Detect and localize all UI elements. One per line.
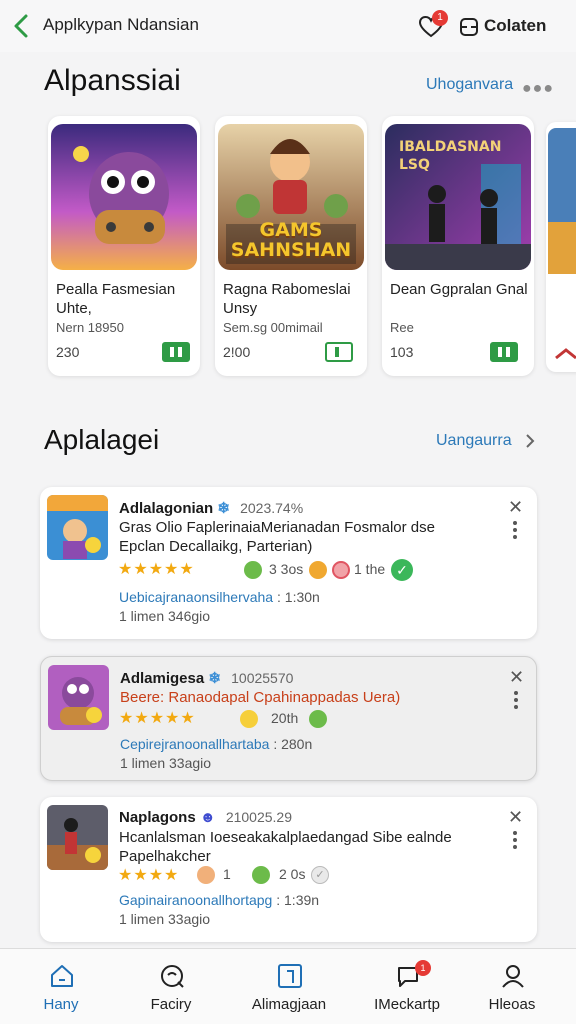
chevron-right-icon[interactable]: [524, 432, 536, 450]
emoji-icon: [252, 866, 270, 884]
review-title: Adlalagonian ❄ 2023.74%: [119, 499, 303, 517]
review-text: Hcanlalsman Ioeseakakalplaedangad Sibe e…: [119, 829, 452, 865]
emoji-icon: [197, 866, 215, 884]
close-icon[interactable]: ✕: [508, 497, 523, 518]
app-title: Applkypan Ndansian: [43, 15, 199, 34]
back-arrow-icon[interactable]: [10, 12, 34, 40]
nav-home[interactable]: Hany: [6, 949, 116, 1024]
apps-icon: [278, 964, 302, 988]
app-count: 230: [56, 344, 80, 360]
review-time: 1 limen 33agio: [120, 755, 212, 771]
more-options-icon[interactable]: ●●●: [522, 80, 554, 98]
review-version: 210025.29: [225, 809, 293, 825]
review-title: Adlamigesa ❄ 10025570: [120, 669, 293, 687]
review-meta: 2 0s: [279, 866, 306, 882]
sparkle-icon: ❄: [208, 670, 221, 687]
star-rating: ★★★★★: [118, 561, 195, 578]
close-icon[interactable]: ✕: [508, 807, 523, 828]
collection-label[interactable]: Colaten: [484, 16, 546, 36]
bottom-navigation: Hany Faciry Alimagjaan 1 IMeckartp Hleoa…: [0, 948, 576, 1024]
review-version: 2023.74%: [240, 500, 304, 516]
top-bar: Applkypan Ndansian 1 Colaten: [0, 0, 576, 52]
review-title: Naplagons ☻ 210025.29: [119, 809, 292, 826]
app-card[interactable]: IBALDASNAN LSQ Dean Ggpralan Gnal Ree 10…: [382, 116, 534, 376]
app-subtitle: Ree: [390, 320, 414, 335]
checkmark-icon: ✓: [311, 866, 329, 884]
review-text: Gras Olio FaplerinaiaMerianadan Fosmalor…: [119, 519, 435, 555]
thumbnail-logo-text: IBALDASNAN LSQ: [399, 139, 502, 173]
review-card[interactable]: Adlalagonian ❄ 2023.74% Gras Olio Fapler…: [40, 487, 537, 639]
section-title: Aplalagei: [44, 424, 160, 455]
app-name: Pealla Fasmesian Uhte,: [56, 281, 176, 317]
search-icon: [161, 965, 184, 988]
app-card[interactable]: Pealla Fasmesian Uhte, Nern 18950 230: [48, 116, 200, 376]
app-name: Dean Ggpralan Gnal: [390, 281, 528, 298]
nav-label: Faciry: [150, 996, 192, 1013]
app-subtitle: Nern 18950: [56, 320, 124, 335]
thumbnail-logo-text: GAMS SAHNSHAN: [230, 219, 352, 261]
checkmark-icon: ✓: [391, 559, 413, 581]
nav-label: Hleoas: [488, 996, 536, 1013]
nav-label: Alimagjaan: [251, 996, 327, 1013]
notification-badge: 1: [432, 10, 448, 26]
get-icon[interactable]: [325, 342, 353, 362]
review-meta: 1 the: [354, 561, 386, 577]
nav-messages[interactable]: 1 IMeckartp: [352, 949, 462, 1024]
review-link[interactable]: Gapinairanoonallhortapg : 1:39n: [119, 892, 319, 908]
nav-profile[interactable]: Hleoas: [457, 949, 567, 1024]
review-link[interactable]: Cepirejranoonallhartaba : 280n: [120, 736, 312, 752]
review-card[interactable]: Adlamigesa ❄ 10025570 Beere: Ranaodapal …: [40, 656, 537, 781]
get-icon[interactable]: [162, 342, 190, 362]
profile-icon: [502, 965, 524, 988]
review-text: Beere: Ranaodapal Cpahinappadas Uera): [120, 689, 401, 706]
review-meta: 3 3os: [269, 561, 304, 577]
review-app-name: Adlalagonian: [119, 500, 214, 517]
emoji-icon: [309, 710, 327, 728]
emoji-icon: [244, 561, 262, 579]
review-version: 10025570: [231, 670, 294, 686]
see-all-link[interactable]: Uangaurra: [436, 432, 512, 450]
nav-search[interactable]: Faciry: [116, 949, 226, 1024]
review-time: 1 limen 33agio: [119, 911, 211, 927]
app-subtitle: Sem.sg 00mimail: [223, 320, 323, 335]
app-thumbnail: IBALDASNAN LSQ: [385, 124, 531, 270]
app-count: 2!00: [223, 344, 251, 360]
nav-label: IMeckartp: [374, 996, 440, 1013]
review-thumbnail: [48, 665, 109, 730]
app-card-partial[interactable]: [546, 122, 576, 372]
app-thumbnail: [51, 124, 197, 270]
nav-label: Hany: [43, 996, 79, 1013]
close-icon[interactable]: ✕: [509, 667, 524, 688]
nav-apps[interactable]: Alimagjaan: [234, 949, 344, 1024]
app-card[interactable]: GAMS SAHNSHAN Ragna Rabomeslai Unsy Sem.…: [215, 116, 367, 376]
see-all-link[interactable]: Uhoganvara: [426, 76, 513, 94]
review-meta: 20th: [271, 710, 299, 726]
review-app-name: Adlamigesa: [120, 670, 205, 687]
more-vertical-icon[interactable]: [513, 831, 517, 852]
review-link[interactable]: Uebicajranaonsilhervaha : 1:30n: [119, 589, 320, 605]
get-icon[interactable]: [490, 342, 518, 362]
app-thumbnail: GAMS SAHNSHAN: [218, 124, 364, 270]
star-rating: ★★★★: [118, 867, 180, 884]
emoji-icon: [309, 561, 327, 579]
sparkle-icon: ❄: [217, 500, 230, 517]
review-app-name: Naplagons: [119, 809, 196, 826]
emoji-icon: [332, 561, 350, 579]
app-count: 103: [390, 344, 414, 360]
review-meta: 1: [223, 866, 231, 882]
app-name: Ragna Rabomeslai Unsy: [223, 281, 351, 317]
more-vertical-icon[interactable]: [513, 521, 517, 542]
review-time: 1 limen 346gio: [119, 608, 211, 624]
home-icon: [51, 965, 73, 987]
emoji-icon: [240, 710, 258, 728]
review-thumbnail: [47, 805, 108, 870]
collection-icon[interactable]: [458, 16, 480, 38]
review-card[interactable]: Naplagons ☻ 210025.29 Hcanlalsman Ioesea…: [40, 797, 537, 942]
star-rating: ★★★★★: [119, 710, 196, 727]
smiley-icon: ☻: [199, 809, 216, 826]
review-thumbnail: [47, 495, 108, 560]
more-vertical-icon[interactable]: [514, 691, 518, 712]
section-title: Alpanssiai: [44, 64, 181, 97]
notification-badge: 1: [415, 960, 431, 976]
